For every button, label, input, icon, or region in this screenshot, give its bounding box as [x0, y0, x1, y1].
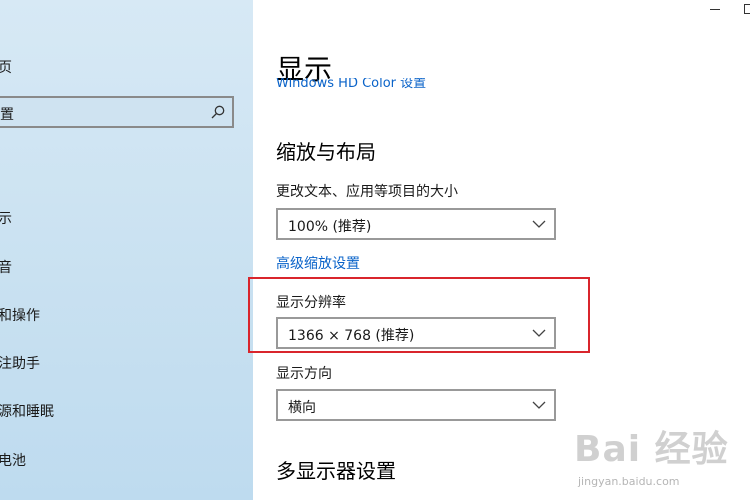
resolution-dropdown[interactable]: 1366 × 768 (推荐) [276, 317, 556, 349]
sidebar: 页 置 示 音 和操作 注助手 源和睡眠 电池 [0, 0, 253, 500]
sidebar-item-power-sleep[interactable]: 源和睡眠 [0, 401, 54, 421]
sidebar-item-sound[interactable]: 音 [0, 257, 12, 277]
sidebar-item-display[interactable]: 示 [0, 208, 12, 228]
search-input-text: 置 [0, 107, 14, 123]
orientation-label: 显示方向 [276, 366, 332, 382]
orientation-dropdown[interactable]: 横向 [276, 389, 556, 421]
chevron-down-icon [532, 401, 546, 409]
minimize-button[interactable] [706, 2, 724, 16]
baidu-watermark: Bai 经验 jingyan.baidu.com [574, 420, 744, 496]
watermark-logo-text: Bai 经验 [574, 429, 729, 470]
multi-display-heading: 多显示器设置 [276, 459, 396, 483]
resolution-value: 1366 × 768 (推荐) [288, 328, 415, 344]
text-size-dropdown[interactable]: 100% (推荐) [276, 208, 556, 240]
hd-color-settings-link[interactable]: Windows HD Color 设置 [276, 78, 426, 92]
text-size-label: 更改文本、应用等项目的大小 [276, 184, 458, 200]
resolution-label: 显示分辨率 [276, 295, 346, 311]
sidebar-home-label[interactable]: 页 [0, 57, 12, 77]
scale-layout-heading: 缩放与布局 [276, 140, 376, 164]
watermark-url: jingyan.baidu.com [578, 475, 680, 488]
chevron-down-icon [532, 220, 546, 228]
sidebar-item-notifications[interactable]: 和操作 [0, 305, 40, 325]
search-icon[interactable] [210, 104, 226, 120]
sidebar-item-battery[interactable]: 电池 [0, 450, 26, 470]
chevron-down-icon [532, 329, 546, 337]
advanced-scaling-link[interactable]: 高级缩放设置 [276, 253, 360, 273]
minimize-icon [710, 8, 720, 10]
orientation-value: 横向 [288, 400, 316, 416]
sidebar-item-focus-assist[interactable]: 注助手 [0, 353, 40, 373]
text-size-value: 100% (推荐) [288, 219, 372, 235]
maximize-button[interactable] [744, 4, 750, 14]
search-input[interactable]: 置 [0, 96, 234, 128]
